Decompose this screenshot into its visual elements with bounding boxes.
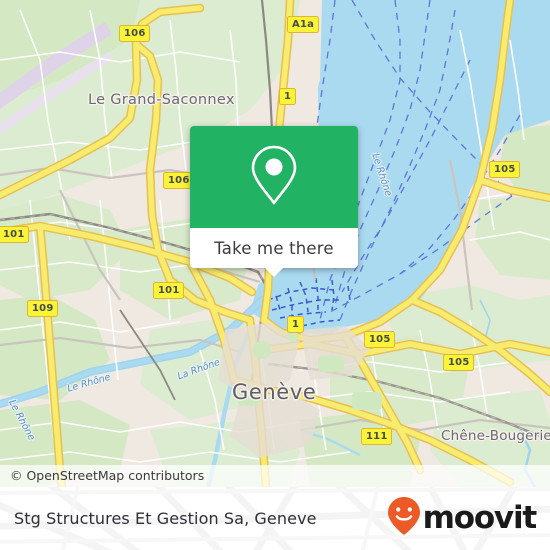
callout-pointer-tail [265, 268, 283, 277]
map-attribution: © OpenStreetMap contributors [0, 465, 550, 487]
location-title: Stg Structures Et Gestion Sa, Geneve [14, 509, 317, 528]
callout-action-area[interactable]: Take me there [190, 228, 358, 277]
road-shield: 1 [287, 316, 305, 333]
road-shield: A1a [287, 16, 320, 33]
road-shield: 106 [119, 25, 151, 42]
road-shield: 105 [364, 331, 396, 348]
road-shield: 111 [361, 428, 393, 445]
road-shield: 105 [443, 354, 475, 371]
road-shield: 105 [489, 161, 521, 178]
moovit-brand[interactable]: moovit [387, 487, 538, 550]
map-pin-icon [249, 143, 299, 212]
moovit-wordmark: moovit [422, 500, 538, 536]
road-shield: 1 [279, 88, 297, 105]
callout-icon-area [190, 126, 358, 228]
moovit-pin-smiley-icon [387, 496, 421, 541]
road-shield: 109 [27, 300, 59, 317]
map-screenshot: 106 A1a 1 106 105 101 101 109 1 105 105 … [0, 0, 550, 550]
destination-callout[interactable]: Take me there [190, 126, 358, 277]
take-me-there-button[interactable]: Take me there [214, 239, 334, 258]
road-shield: 101 [153, 282, 185, 299]
footer-bar: Stg Structures Et Gestion Sa, Geneve moo… [0, 487, 550, 550]
road-shield: 101 [0, 226, 30, 243]
